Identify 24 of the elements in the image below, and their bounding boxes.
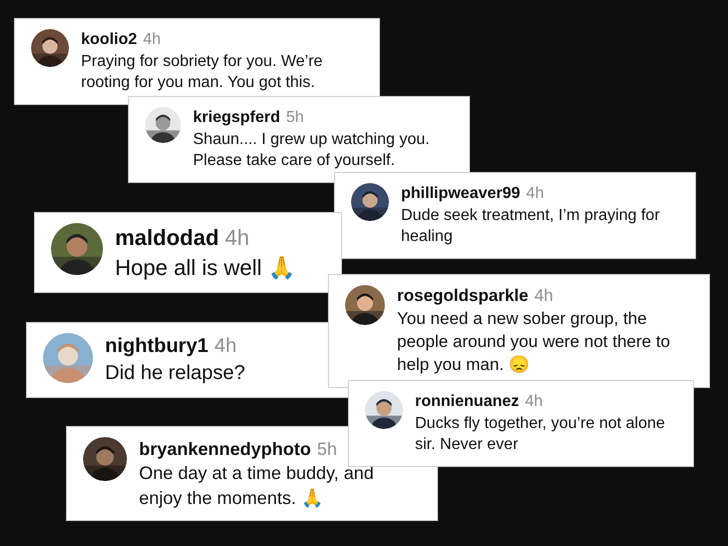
comment-text: Did he relapse?: [105, 361, 246, 386]
username[interactable]: kriegspferd: [193, 107, 280, 129]
username[interactable]: ronnienuanez: [415, 391, 520, 413]
timestamp: 4h: [224, 224, 250, 252]
username[interactable]: maldodad: [115, 223, 219, 253]
comment-text: Ducks fly together, you’re not alone sir. Never ever: [415, 414, 666, 456]
username[interactable]: bryankennedyphoto: [139, 437, 312, 462]
comment-text: You need a new sober group, the people around you were not there to help you man. 😞: [397, 308, 672, 376]
username[interactable]: rosegoldsparkle: [397, 285, 528, 308]
timestamp: 5h: [317, 438, 338, 461]
timestamp: 4h: [214, 334, 237, 359]
comment-text: Dude seek treatment, I’m praying for healing: [401, 206, 661, 248]
username[interactable]: phillipweaver99: [401, 183, 520, 205]
timestamp: 4h: [534, 285, 554, 307]
username[interactable]: koolio2: [81, 29, 138, 51]
comment-text: One day at a time buddy, and enjoy the moments. 🙏: [139, 462, 375, 510]
timestamp: 4h: [526, 184, 544, 204]
comment-text: Praying for sobriety for you. We’re rooting for you man. You got this.: [81, 52, 324, 94]
comment-text: Hope all is well 🙏: [115, 254, 295, 282]
comment-text: Shaun.... I grew up watching you. Please take care of yourself.: [193, 130, 431, 172]
timestamp: 4h: [525, 392, 543, 412]
timestamp: 4h: [143, 30, 161, 50]
timestamp: 5h: [286, 108, 304, 128]
username[interactable]: nightbury1: [105, 333, 208, 360]
